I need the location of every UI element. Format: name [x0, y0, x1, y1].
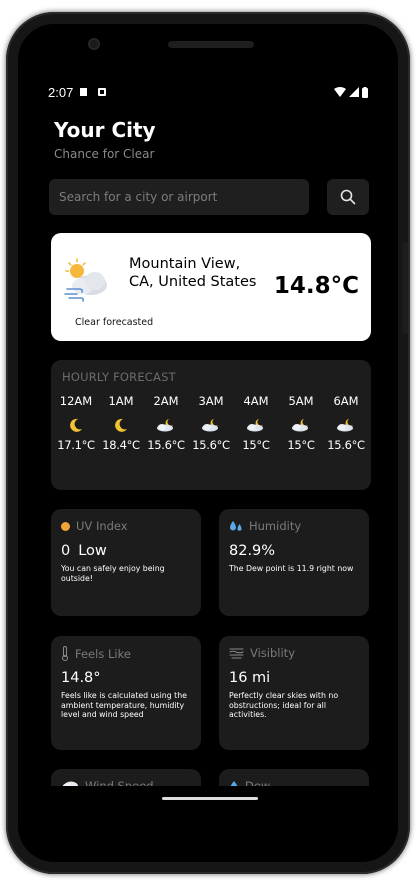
- haze-icon: [229, 648, 244, 659]
- visibility-description: Perfectly clear skies with no obstructio…: [229, 691, 339, 719]
- hourly-forecast-card: HOURLY FORECAST 12AM 17.1°C 1AM 18.4°C 2…: [51, 360, 371, 490]
- current-temperature: 14.8°C: [273, 273, 359, 299]
- hourly-hour: 6AM: [333, 394, 359, 408]
- hourly-forecast-list: 12AM 17.1°C 1AM 18.4°C 2AM 15.6°C 3AM 15…: [54, 394, 368, 452]
- uv-index-label: UV Index: [76, 519, 128, 533]
- notification-icon: [98, 88, 107, 96]
- visibility-label: Visiblity: [250, 646, 296, 660]
- page-title: Your City: [54, 118, 156, 142]
- partly-cloudy-windy-icon: [64, 258, 107, 302]
- water-drops-icon: [230, 520, 242, 531]
- uv-index-header: UV Index: [61, 519, 128, 533]
- hourly-item: 1AM 18.4°C: [99, 394, 143, 452]
- hourly-temp: 17.1°C: [57, 438, 95, 452]
- status-bar: 2:07: [48, 82, 368, 102]
- hourly-hour: 4AM: [243, 394, 269, 408]
- feels-like-tile[interactable]: Feels Like 14.8° Feels like is calculate…: [51, 636, 201, 750]
- uv-index-value: 0 Low: [61, 543, 107, 559]
- feels-like-value: 14.8°: [61, 670, 101, 686]
- page-subtitle: Chance for Clear: [54, 147, 155, 161]
- hourly-temp: 15.6°C: [192, 438, 230, 452]
- sun-dot-icon: [61, 521, 70, 531]
- hourly-item: 12AM 17.1°C: [54, 394, 98, 452]
- hourly-temp: 18.4°C: [102, 438, 140, 452]
- forecast-note: Clear forecasted: [75, 317, 154, 328]
- hourly-temp: 15°C: [242, 438, 270, 452]
- hourly-forecast-title: HOURLY FORECAST: [62, 370, 176, 384]
- uv-index-level: Low: [78, 543, 107, 559]
- hourly-temp: 15.6°C: [327, 438, 365, 452]
- feels-like-description: Feels like is calculated using the ambie…: [61, 691, 187, 719]
- home-indicator[interactable]: [162, 797, 258, 800]
- feels-like-label: Feels Like: [75, 646, 131, 661]
- hourly-item: 4AM 15°C: [234, 394, 278, 452]
- humidity-value: 82.9%: [229, 543, 276, 559]
- volume-button: [403, 242, 408, 334]
- humidity-header: Humidity: [229, 519, 301, 533]
- file-icon: [80, 88, 88, 96]
- current-weather-card[interactable]: Mountain View, CA, United States 14.8°C …: [51, 233, 371, 341]
- hourly-item: 3AM 15.6°C: [189, 394, 233, 452]
- search-icon: [340, 189, 356, 205]
- uv-index-number: 0: [61, 543, 71, 559]
- hourly-item: 6AM 15.6°C: [324, 394, 368, 452]
- feels-like-header: Feels Like: [61, 646, 131, 661]
- wifi-icon: [334, 87, 346, 97]
- earpiece-speaker: [168, 41, 254, 48]
- location-name: Mountain View, CA, United States: [129, 256, 257, 290]
- visibility-header: Visiblity: [229, 646, 295, 660]
- hourly-temp: 15°C: [287, 438, 315, 452]
- status-time: 2:07: [48, 84, 74, 100]
- hourly-hour: 3AM: [198, 394, 224, 408]
- search-input[interactable]: [49, 179, 309, 215]
- battery-icon: [362, 86, 368, 98]
- visibility-value: 16 mi: [229, 670, 271, 686]
- moon-icon: [109, 414, 133, 436]
- hourly-item: 5AM 15°C: [279, 394, 323, 452]
- hourly-temp: 15.6°C: [147, 438, 185, 452]
- cloud-moon-icon: [289, 414, 313, 436]
- humidity-label: Humidity: [249, 519, 302, 533]
- humidity-tile[interactable]: Humidity 82.9% The Dew point is 11.9 rig…: [219, 509, 369, 616]
- uv-index-description: You can safely enjoy being outside!: [61, 564, 165, 583]
- cloud-moon-icon: [199, 414, 223, 436]
- bottom-mask: [24, 786, 392, 838]
- hourly-hour: 12AM: [59, 394, 93, 408]
- cloud-moon-icon: [334, 414, 358, 436]
- hourly-hour: 2AM: [153, 394, 179, 408]
- hourly-hour: 5AM: [288, 394, 314, 408]
- humidity-description: The Dew point is 11.9 right now: [229, 564, 354, 573]
- status-indicators: [334, 86, 368, 98]
- cloud-moon-icon: [154, 414, 178, 436]
- signal-icon: [349, 87, 359, 97]
- hourly-hour: 1AM: [108, 394, 134, 408]
- thermometer-icon: [62, 646, 68, 661]
- cloud-moon-icon: [244, 414, 268, 436]
- search-button[interactable]: [327, 179, 369, 215]
- hourly-item: 2AM 15.6°C: [144, 394, 188, 452]
- uv-index-tile[interactable]: UV Index 0 Low You can safely enjoy being…: [51, 509, 201, 616]
- visibility-tile[interactable]: Visiblity 16 mi Perfectly clear skies wi…: [219, 636, 369, 750]
- moon-icon: [64, 414, 88, 436]
- front-camera: [88, 38, 100, 50]
